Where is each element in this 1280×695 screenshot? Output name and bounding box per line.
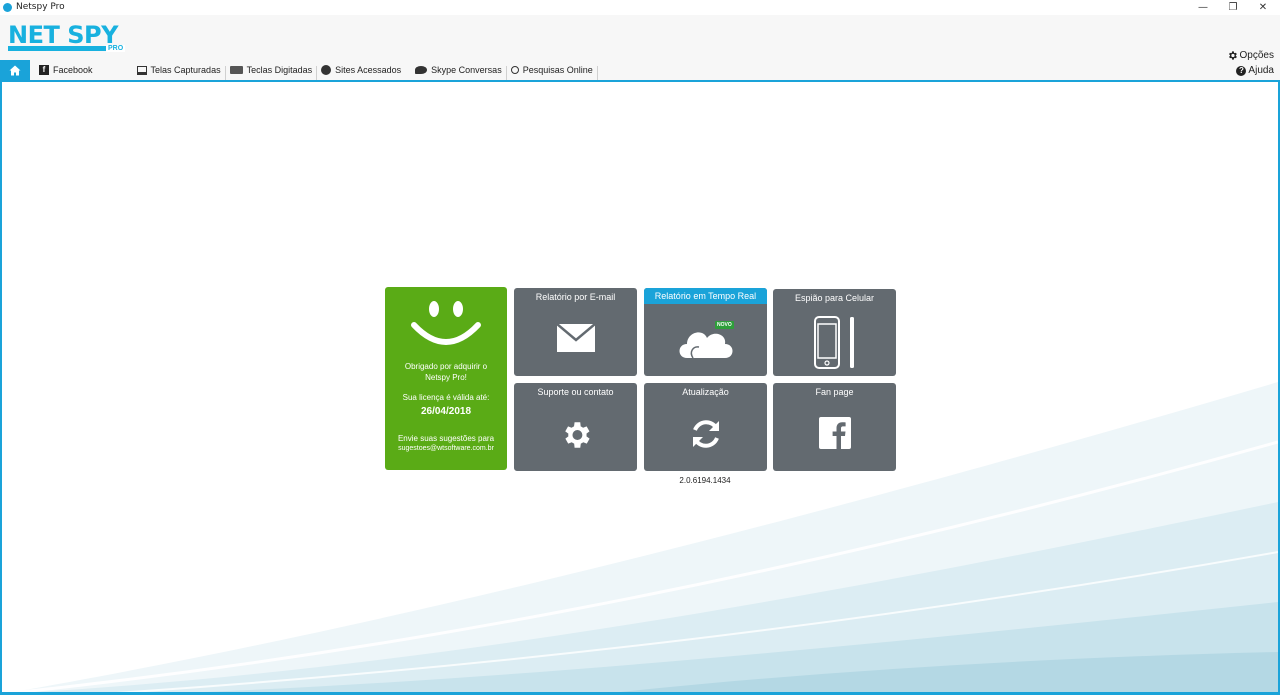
tab-captured-screens[interactable]: Telas Capturadas — [133, 60, 225, 80]
support-tile[interactable]: Suporte ou contato — [514, 383, 637, 471]
help-icon: ? — [1236, 65, 1247, 76]
keyboard-icon — [229, 66, 243, 74]
tab-online-searches-label: Pesquisas Online — [522, 65, 593, 75]
logo-pro-label: PRO — [106, 45, 126, 52]
tab-typed-keys[interactable]: Teclas Digitadas — [226, 60, 317, 80]
options-link[interactable]: Opções — [1227, 50, 1274, 61]
help-label: Ajuda — [1248, 65, 1274, 76]
tab-facebook[interactable]: f Facebook — [30, 60, 133, 80]
gear-icon — [1228, 51, 1237, 60]
welcome-thanks: Obrigado por adquirir o Netspy Pro! — [404, 362, 488, 382]
envelope-icon — [556, 324, 595, 352]
update-tile[interactable]: Atualização — [644, 383, 767, 471]
suggest-email: sugestoes@wtsoftware.com.br — [398, 445, 494, 452]
title-bar: Netspy Pro — ❐ ✕ — [0, 0, 1280, 15]
welcome-tile: Obrigado por adquirir o Netspy Pro! Sua … — [385, 287, 507, 470]
chat-icon — [415, 66, 428, 74]
realtime-report-tile[interactable]: Relatório em Tempo Real NOVO — [644, 288, 767, 376]
tab-facebook-label: Facebook — [53, 65, 93, 75]
email-report-title: Relatório por E-mail — [535, 292, 616, 302]
refresh-icon — [692, 420, 719, 448]
facebook-icon: f — [39, 65, 49, 75]
restore-button[interactable]: ❐ — [1218, 0, 1248, 15]
gear-icon — [564, 422, 590, 448]
tab-bar: f Facebook Telas Capturadas Teclas Digit… — [0, 60, 598, 80]
realtime-report-title: Relatório em Tempo Real — [644, 288, 767, 304]
tab-skype-chats[interactable]: Skype Conversas — [405, 60, 506, 80]
facebook-icon — [818, 417, 851, 449]
netspy-logo: NET SPY PRO — [8, 21, 128, 52]
globe-icon — [321, 65, 332, 75]
mobile-spy-tile[interactable]: Espião para Celular — [773, 289, 896, 376]
tab-typed-keys-label: Teclas Digitadas — [246, 65, 313, 75]
smartphone-icon — [813, 316, 854, 369]
mobile-spy-title: Espião para Celular — [794, 293, 875, 303]
tab-online-searches[interactable]: Pesquisas Online — [507, 60, 597, 80]
support-title: Suporte ou contato — [537, 387, 614, 397]
new-badge: NOVO — [715, 321, 734, 329]
tab-captured-screens-label: Telas Capturadas — [150, 65, 221, 75]
logo-text: NET SPY — [8, 21, 118, 49]
tab-skype-chats-label: Skype Conversas — [431, 65, 502, 75]
tab-visited-sites[interactable]: Sites Acessados — [317, 60, 405, 80]
email-report-tile[interactable]: Relatório por E-mail — [514, 288, 637, 376]
update-title: Atualização — [682, 387, 729, 397]
search-icon — [510, 66, 519, 74]
monitor-icon — [136, 65, 147, 75]
options-label: Opções — [1239, 50, 1274, 61]
window-title: Netspy Pro — [16, 2, 65, 12]
license-date: 26/04/2018 — [420, 406, 472, 417]
help-link[interactable]: ? Ajuda — [1236, 65, 1274, 76]
minimize-button[interactable]: — — [1188, 0, 1218, 15]
fanpage-title: Fan page — [815, 387, 854, 397]
fanpage-tile[interactable]: Fan page — [773, 383, 896, 471]
close-button[interactable]: ✕ — [1248, 0, 1278, 15]
header: NET SPY PRO Opções ? Ajuda f Facebook Te… — [0, 15, 1280, 80]
tab-separator — [596, 66, 598, 80]
home-icon — [9, 65, 21, 75]
logo-underline — [8, 46, 116, 51]
main-panel: Obrigado por adquirir o Netspy Pro! Sua … — [0, 80, 1280, 695]
license-label: Sua licença é válida até: — [402, 393, 490, 402]
smiley-icon — [411, 301, 481, 345]
tab-home[interactable] — [0, 60, 30, 80]
tab-visited-sites-label: Sites Acessados — [335, 65, 402, 75]
background-wave — [6, 382, 1278, 692]
suggest-label: Envie suas sugestões para — [397, 434, 495, 443]
version-label: 2.0.6194.1434 — [679, 476, 731, 485]
app-icon — [3, 3, 12, 12]
